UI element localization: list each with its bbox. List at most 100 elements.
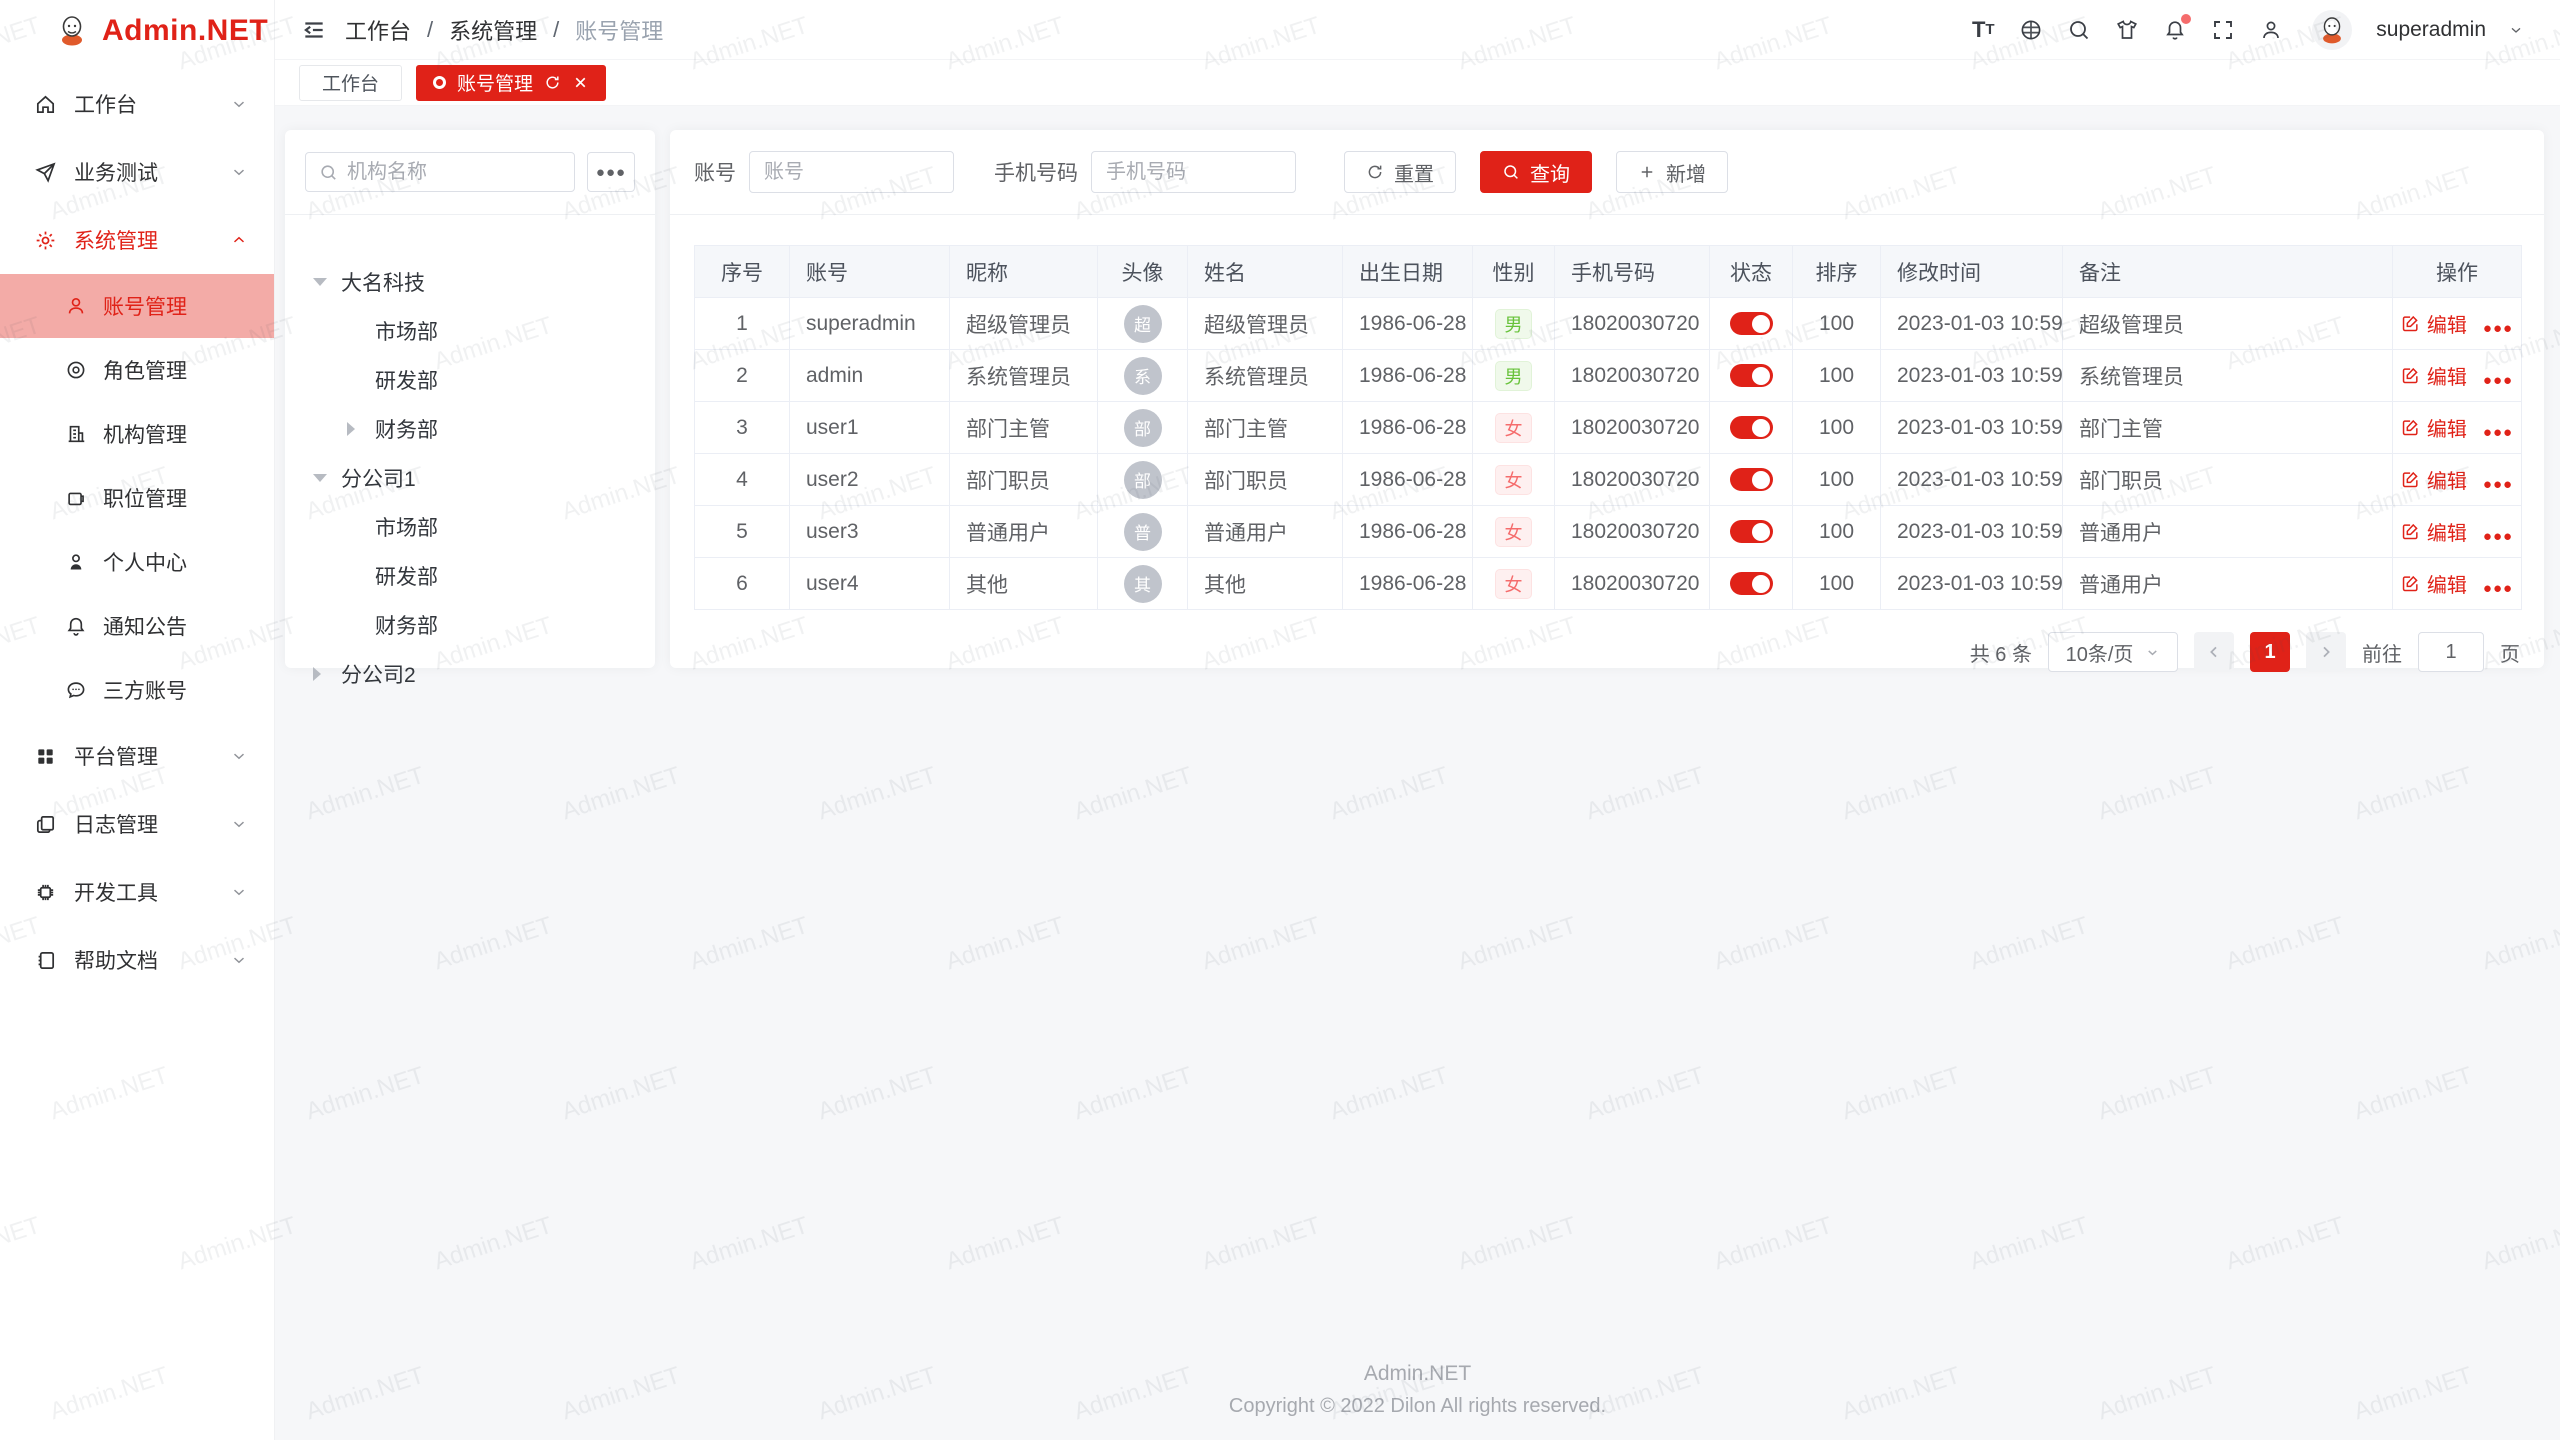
font-size-icon[interactable]: TT [1970,17,1996,43]
cell-status [1710,298,1793,350]
cell-actions: 编辑 ●●● [2393,402,2522,454]
content: ●●● 大名科技 市场部 研发部 财务部 分公司1 市场部 研发部 财务部 分公… [275,106,2560,1440]
refresh-icon[interactable] [544,74,561,91]
status-toggle[interactable] [1730,312,1773,335]
sidebar-item-logs[interactable]: 日志管理 [0,790,274,858]
sidebar-item-dev-tools[interactable]: 开发工具 [0,858,274,926]
tab-active-dot-icon [433,76,446,89]
caret-right-icon[interactable] [347,422,375,436]
edit-button[interactable]: 编辑 [2401,569,2467,598]
chevron-down-icon [230,747,248,765]
sidebar-item-org-mgmt[interactable]: 机构管理 [0,402,274,466]
sidebar-item-help-docs[interactable]: 帮助文档 [0,926,274,994]
search-icon[interactable] [2066,17,2092,43]
cell-index: 6 [695,558,790,610]
cell-nickname: 系统管理员 [950,350,1098,402]
sidebar-item-role-mgmt[interactable]: 角色管理 [0,338,274,402]
tree-node[interactable]: 财务部 [305,404,635,453]
caret-right-icon[interactable] [313,667,341,681]
phone-filter-input[interactable] [1091,151,1296,193]
prev-page-button[interactable] [2194,632,2234,672]
row-more-button[interactable]: ●●● [2483,476,2513,493]
edit-button[interactable]: 编辑 [2401,309,2467,338]
row-more-button[interactable]: ●●● [2483,320,2513,337]
sidebar-item-profile-center[interactable]: 个人中心 [0,530,274,594]
next-page-button[interactable] [2306,632,2346,672]
row-more-button[interactable]: ●●● [2483,528,2513,545]
tree-node[interactable]: 研发部 [305,355,635,404]
col-order: 排序 [1793,246,1881,298]
status-toggle[interactable] [1730,572,1773,595]
org-search-field[interactable] [305,152,575,192]
status-toggle[interactable] [1730,468,1773,491]
brand-logo[interactable]: Admin.NET [0,0,274,62]
sidebar-item-account-mgmt[interactable]: 账号管理 [0,274,274,338]
edit-button[interactable]: 编辑 [2401,413,2467,442]
org-more-button[interactable]: ●●● [587,152,635,192]
row-more-button[interactable]: ●●● [2483,580,2513,597]
tree-node[interactable]: 大名科技 [305,257,635,306]
edit-label: 编辑 [2427,361,2467,390]
tree-node[interactable]: 研发部 [305,551,635,600]
edit-button[interactable]: 编辑 [2401,517,2467,546]
avatar: 部 [1124,409,1162,447]
tree-node[interactable]: 财务部 [305,600,635,649]
breadcrumb-item[interactable]: 工作台 [345,14,411,46]
avatar: 超 [1124,305,1162,343]
tree-node[interactable]: 市场部 [305,306,635,355]
language-icon[interactable] [2018,17,2044,43]
profile-icon[interactable] [2258,17,2284,43]
tree-node-label: 研发部 [375,561,438,591]
sidebar-item-platform[interactable]: 平台管理 [0,722,274,790]
fullscreen-icon[interactable] [2210,17,2236,43]
close-icon[interactable] [572,74,589,91]
collapse-menu-icon[interactable] [301,17,327,43]
person-center-icon [65,551,87,573]
tree-node[interactable]: 分公司2 [305,649,635,698]
sidebar-item-notice[interactable]: 通知公告 [0,594,274,658]
org-search-input[interactable] [347,161,561,184]
home-icon [34,93,57,116]
tab-workbench[interactable]: 工作台 [299,65,402,101]
chevron-down-icon[interactable] [2508,22,2524,38]
row-more-button[interactable]: ●●● [2483,424,2513,441]
cell-avatar: 普 [1098,506,1188,558]
edit-button[interactable]: 编辑 [2401,361,2467,390]
col-name: 姓名 [1188,246,1343,298]
sidebar-item-third-party[interactable]: 三方账号 [0,658,274,722]
sidebar-item-workbench[interactable]: 工作台 [0,70,274,138]
sidebar-item-system[interactable]: 系统管理 [0,206,274,274]
user-avatar[interactable] [2312,10,2352,50]
tree-node[interactable]: 分公司1 [305,453,635,502]
add-button[interactable]: 新增 [1616,151,1728,193]
cell-gender: 女 [1473,558,1555,610]
caret-down-icon[interactable] [313,474,341,482]
sidebar-menu: 工作台 业务测试 系统管理 账号管理 角色管理 [0,62,274,994]
sidebar-item-position-mgmt[interactable]: 职位管理 [0,466,274,530]
tab-account-mgmt[interactable]: 账号管理 [416,65,606,101]
caret-down-icon[interactable] [313,278,341,286]
account-filter-input[interactable] [749,151,954,193]
bell-icon[interactable] [2162,17,2188,43]
edit-button[interactable]: 编辑 [2401,465,2467,494]
page-number-current[interactable]: 1 [2250,632,2290,672]
cell-account: user2 [790,454,950,506]
search-button[interactable]: 查询 [1480,151,1592,193]
cell-remark: 超级管理员 [2063,298,2393,350]
status-toggle[interactable] [1730,364,1773,387]
goto-page-input[interactable] [2418,632,2484,672]
chevron-up-icon [230,231,248,249]
username[interactable]: superadmin [2376,18,2486,42]
row-more-button[interactable]: ●●● [2483,372,2513,389]
col-remark: 备注 [2063,246,2393,298]
notification-dot [2181,14,2191,24]
breadcrumb-item[interactable]: 系统管理 [449,14,537,46]
col-nickname: 昵称 [950,246,1098,298]
status-toggle[interactable] [1730,520,1773,543]
status-toggle[interactable] [1730,416,1773,439]
reset-button[interactable]: 重置 [1344,151,1456,193]
tree-node[interactable]: 市场部 [305,502,635,551]
page-size-select[interactable]: 10条/页 [2048,632,2178,672]
sidebar-item-business-test[interactable]: 业务测试 [0,138,274,206]
theme-icon[interactable] [2114,17,2140,43]
